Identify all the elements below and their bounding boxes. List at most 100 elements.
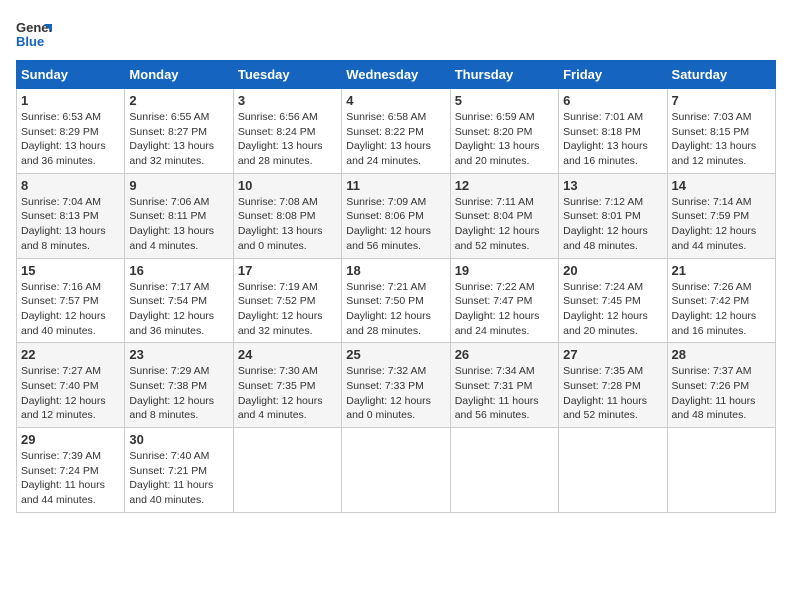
day-header-saturday: Saturday [667,61,775,89]
day-info: Sunrise: 6:58 AMSunset: 8:22 PMDaylight:… [346,111,431,167]
calendar-cell [233,428,341,513]
day-number: 18 [346,263,445,278]
day-number: 25 [346,347,445,362]
day-header-friday: Friday [559,61,667,89]
svg-text:Blue: Blue [16,34,44,49]
day-info: Sunrise: 7:04 AMSunset: 8:13 PMDaylight:… [21,196,106,252]
calendar-cell: 14 Sunrise: 7:14 AMSunset: 7:59 PMDaylig… [667,173,775,258]
day-number: 13 [563,178,662,193]
calendar-table: SundayMondayTuesdayWednesdayThursdayFrid… [16,60,776,513]
day-number: 29 [21,432,120,447]
calendar-cell: 8 Sunrise: 7:04 AMSunset: 8:13 PMDayligh… [17,173,125,258]
calendar-cell: 22 Sunrise: 7:27 AMSunset: 7:40 PMDaylig… [17,343,125,428]
day-info: Sunrise: 6:55 AMSunset: 8:27 PMDaylight:… [129,111,214,167]
day-number: 16 [129,263,228,278]
calendar-cell [450,428,558,513]
calendar-cell: 18 Sunrise: 7:21 AMSunset: 7:50 PMDaylig… [342,258,450,343]
calendar-cell: 29 Sunrise: 7:39 AMSunset: 7:24 PMDaylig… [17,428,125,513]
calendar-cell: 9 Sunrise: 7:06 AMSunset: 8:11 PMDayligh… [125,173,233,258]
day-header-thursday: Thursday [450,61,558,89]
calendar-week-4: 22 Sunrise: 7:27 AMSunset: 7:40 PMDaylig… [17,343,776,428]
day-number: 14 [672,178,771,193]
calendar-cell: 13 Sunrise: 7:12 AMSunset: 8:01 PMDaylig… [559,173,667,258]
logo: General Blue [16,16,56,52]
day-info: Sunrise: 7:01 AMSunset: 8:18 PMDaylight:… [563,111,648,167]
day-info: Sunrise: 7:29 AMSunset: 7:38 PMDaylight:… [129,365,214,421]
calendar-cell: 20 Sunrise: 7:24 AMSunset: 7:45 PMDaylig… [559,258,667,343]
day-number: 5 [455,93,554,108]
calendar-cell: 11 Sunrise: 7:09 AMSunset: 8:06 PMDaylig… [342,173,450,258]
calendar-cell: 25 Sunrise: 7:32 AMSunset: 7:33 PMDaylig… [342,343,450,428]
day-number: 9 [129,178,228,193]
day-number: 28 [672,347,771,362]
calendar-cell [342,428,450,513]
calendar-cell: 4 Sunrise: 6:58 AMSunset: 8:22 PMDayligh… [342,89,450,174]
calendar-cell: 5 Sunrise: 6:59 AMSunset: 8:20 PMDayligh… [450,89,558,174]
day-info: Sunrise: 7:17 AMSunset: 7:54 PMDaylight:… [129,281,214,337]
day-info: Sunrise: 7:03 AMSunset: 8:15 PMDaylight:… [672,111,757,167]
day-info: Sunrise: 7:35 AMSunset: 7:28 PMDaylight:… [563,365,647,421]
calendar-cell [559,428,667,513]
calendar-cell: 23 Sunrise: 7:29 AMSunset: 7:38 PMDaylig… [125,343,233,428]
day-info: Sunrise: 6:59 AMSunset: 8:20 PMDaylight:… [455,111,540,167]
calendar-week-3: 15 Sunrise: 7:16 AMSunset: 7:57 PMDaylig… [17,258,776,343]
day-header-tuesday: Tuesday [233,61,341,89]
day-number: 24 [238,347,337,362]
day-header-monday: Monday [125,61,233,89]
calendar-week-1: 1 Sunrise: 6:53 AMSunset: 8:29 PMDayligh… [17,89,776,174]
day-info: Sunrise: 7:22 AMSunset: 7:47 PMDaylight:… [455,281,540,337]
day-info: Sunrise: 7:30 AMSunset: 7:35 PMDaylight:… [238,365,323,421]
day-info: Sunrise: 7:14 AMSunset: 7:59 PMDaylight:… [672,196,757,252]
day-number: 1 [21,93,120,108]
day-info: Sunrise: 7:12 AMSunset: 8:01 PMDaylight:… [563,196,648,252]
day-info: Sunrise: 7:39 AMSunset: 7:24 PMDaylight:… [21,450,105,506]
day-info: Sunrise: 7:21 AMSunset: 7:50 PMDaylight:… [346,281,431,337]
day-number: 23 [129,347,228,362]
calendar-cell: 21 Sunrise: 7:26 AMSunset: 7:42 PMDaylig… [667,258,775,343]
day-number: 20 [563,263,662,278]
day-number: 10 [238,178,337,193]
calendar-cell: 10 Sunrise: 7:08 AMSunset: 8:08 PMDaylig… [233,173,341,258]
svg-text:General: General [16,20,52,35]
day-number: 11 [346,178,445,193]
day-info: Sunrise: 7:37 AMSunset: 7:26 PMDaylight:… [672,365,756,421]
day-number: 3 [238,93,337,108]
day-number: 26 [455,347,554,362]
calendar-week-2: 8 Sunrise: 7:04 AMSunset: 8:13 PMDayligh… [17,173,776,258]
day-info: Sunrise: 7:08 AMSunset: 8:08 PMDaylight:… [238,196,323,252]
day-number: 7 [672,93,771,108]
calendar-cell: 1 Sunrise: 6:53 AMSunset: 8:29 PMDayligh… [17,89,125,174]
day-info: Sunrise: 7:16 AMSunset: 7:57 PMDaylight:… [21,281,106,337]
day-info: Sunrise: 7:24 AMSunset: 7:45 PMDaylight:… [563,281,648,337]
day-info: Sunrise: 7:11 AMSunset: 8:04 PMDaylight:… [455,196,540,252]
calendar-cell: 19 Sunrise: 7:22 AMSunset: 7:47 PMDaylig… [450,258,558,343]
day-info: Sunrise: 6:56 AMSunset: 8:24 PMDaylight:… [238,111,323,167]
logo-icon: General Blue [16,16,52,52]
day-header-wednesday: Wednesday [342,61,450,89]
day-number: 8 [21,178,120,193]
day-number: 21 [672,263,771,278]
day-number: 15 [21,263,120,278]
day-number: 4 [346,93,445,108]
calendar-body: 1 Sunrise: 6:53 AMSunset: 8:29 PMDayligh… [17,89,776,513]
day-info: Sunrise: 7:06 AMSunset: 8:11 PMDaylight:… [129,196,214,252]
calendar-cell: 2 Sunrise: 6:55 AMSunset: 8:27 PMDayligh… [125,89,233,174]
calendar-cell: 7 Sunrise: 7:03 AMSunset: 8:15 PMDayligh… [667,89,775,174]
days-header-row: SundayMondayTuesdayWednesdayThursdayFrid… [17,61,776,89]
calendar-cell: 6 Sunrise: 7:01 AMSunset: 8:18 PMDayligh… [559,89,667,174]
day-number: 22 [21,347,120,362]
calendar-cell: 30 Sunrise: 7:40 AMSunset: 7:21 PMDaylig… [125,428,233,513]
calendar-cell [667,428,775,513]
day-info: Sunrise: 6:53 AMSunset: 8:29 PMDaylight:… [21,111,106,167]
header: General Blue [16,16,776,52]
calendar-cell: 28 Sunrise: 7:37 AMSunset: 7:26 PMDaylig… [667,343,775,428]
day-info: Sunrise: 7:19 AMSunset: 7:52 PMDaylight:… [238,281,323,337]
day-info: Sunrise: 7:40 AMSunset: 7:21 PMDaylight:… [129,450,213,506]
day-info: Sunrise: 7:26 AMSunset: 7:42 PMDaylight:… [672,281,757,337]
day-info: Sunrise: 7:32 AMSunset: 7:33 PMDaylight:… [346,365,431,421]
calendar-cell: 16 Sunrise: 7:17 AMSunset: 7:54 PMDaylig… [125,258,233,343]
day-number: 19 [455,263,554,278]
day-header-sunday: Sunday [17,61,125,89]
calendar-cell: 26 Sunrise: 7:34 AMSunset: 7:31 PMDaylig… [450,343,558,428]
day-number: 17 [238,263,337,278]
